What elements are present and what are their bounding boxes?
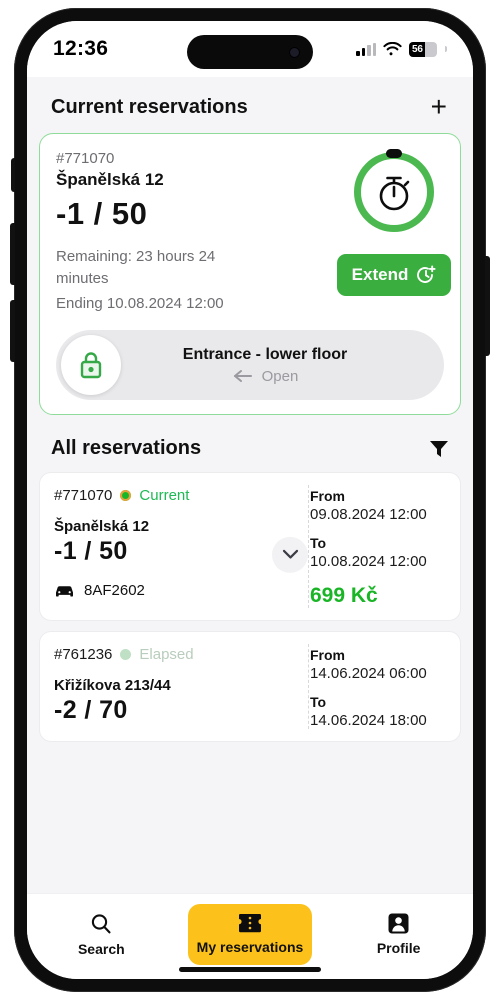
reservation-id: #771070: [56, 150, 115, 167]
battery-percent: 56: [412, 43, 423, 55]
phone-frame: 12:36 56 Current reservations + #771070 …: [10, 8, 490, 992]
volume-up-button[interactable]: [10, 223, 15, 285]
car-icon: [56, 585, 73, 597]
remaining-time: Remaining: 23 hours 24 minutes: [56, 248, 216, 287]
power-button[interactable]: [485, 256, 490, 356]
front-camera-icon: [289, 46, 300, 58]
clock-plus-icon: [417, 265, 436, 283]
chevron-down-icon: [282, 550, 298, 559]
from-label: From: [310, 488, 345, 505]
filter-funnel-icon[interactable]: [429, 440, 449, 458]
door-open-slider[interactable]: Entrance - lower floor Open: [56, 330, 444, 401]
row-address: Španělská 12: [54, 518, 150, 536]
reservation-address: Španělská 12: [56, 170, 164, 189]
row-reservation-id: #771070: [54, 487, 113, 505]
all-reservations-title: All reservations: [51, 437, 202, 460]
search-icon: [92, 914, 111, 934]
tab-my-reservations[interactable]: My reservations: [187, 904, 312, 965]
arrow-left-icon: [233, 370, 252, 383]
status-dot: [120, 649, 132, 661]
parking-spot: -1 / 50: [56, 196, 148, 231]
cellular-bars-icon: [356, 42, 376, 56]
table-row[interactable]: #761236 Elapsed Křižíkova 213/44 -2 / 70…: [39, 631, 461, 743]
silence-switch[interactable]: [11, 158, 15, 192]
add-reservation-button[interactable]: +: [429, 93, 449, 121]
from-value: 14.06.2024 06:00: [310, 665, 427, 683]
lock-icon: [80, 352, 102, 379]
from-value: 09.08.2024 12:00: [310, 506, 427, 524]
scroll-content: Current reservations + #771070 Španělská…: [27, 77, 473, 893]
status-badge: Elapsed: [139, 646, 194, 664]
current-reservations-header: Current reservations +: [27, 77, 473, 133]
status-dot: [120, 490, 132, 502]
tab-profile-label: Profile: [376, 940, 421, 956]
row-parking-spot: -2 / 70: [54, 696, 128, 725]
stopwatch-icon: [379, 176, 410, 211]
battery-icon: 56: [409, 41, 437, 57]
battery-tip: [445, 46, 447, 52]
volume-down-button[interactable]: [10, 300, 15, 362]
row-address: Křižíkova 213/44: [54, 677, 171, 695]
from-label: From: [310, 647, 345, 664]
tab-profile[interactable]: Profile: [337, 904, 461, 966]
current-reservation-card[interactable]: #771070 Španělská 12 -1 / 50 Remaining: …: [39, 133, 461, 416]
phone-screen: 12:36 56 Current reservations + #771070 …: [27, 21, 473, 979]
slider-knob[interactable]: [61, 335, 121, 396]
expand-row-button[interactable]: [272, 536, 308, 573]
status-bar-indicators: 56: [356, 41, 447, 57]
tab-my-reservations-label: My reservations: [196, 939, 304, 955]
to-value: 10.08.2024 12:00: [310, 553, 427, 571]
row-divider: [308, 485, 309, 609]
door-name: Entrance - lower floor: [182, 345, 348, 363]
status-badge: Current: [139, 487, 190, 505]
timer-ring: [354, 149, 434, 232]
extend-button[interactable]: Extend: [336, 254, 452, 296]
row-reservation-id: #761236: [54, 646, 113, 664]
row-license-plate: 8AF2602: [84, 582, 145, 600]
home-indicator: [179, 967, 321, 972]
dynamic-island: [187, 35, 313, 69]
wifi-icon: [383, 42, 402, 56]
all-reservations-header: All reservations: [27, 415, 473, 472]
row-divider: [308, 644, 309, 730]
person-icon: [388, 913, 409, 934]
page-title: Current reservations: [51, 95, 248, 118]
status-bar: 12:36 56: [27, 21, 473, 77]
tab-search-label: Search: [77, 941, 125, 957]
row-parking-spot: -1 / 50: [54, 537, 128, 566]
tab-search[interactable]: Search: [39, 904, 163, 967]
bottom-tab-bar: Search My reservations Profile: [27, 893, 473, 979]
to-label: To: [310, 694, 327, 711]
to-label: To: [310, 535, 327, 552]
ticket-icon: [238, 914, 261, 933]
extend-button-label: Extend: [351, 265, 409, 284]
to-value: 14.06.2024 18:00: [310, 712, 427, 730]
ending-time: Ending 10.08.2024 12:00: [56, 294, 224, 312]
status-bar-time: 12:36: [53, 37, 109, 60]
timer-marker: [386, 149, 402, 158]
door-action-label: Open: [261, 367, 299, 385]
table-row[interactable]: #771070 Current Španělská 12 -1 / 50 8AF…: [39, 472, 461, 622]
row-price: 699 Kč: [310, 584, 378, 608]
